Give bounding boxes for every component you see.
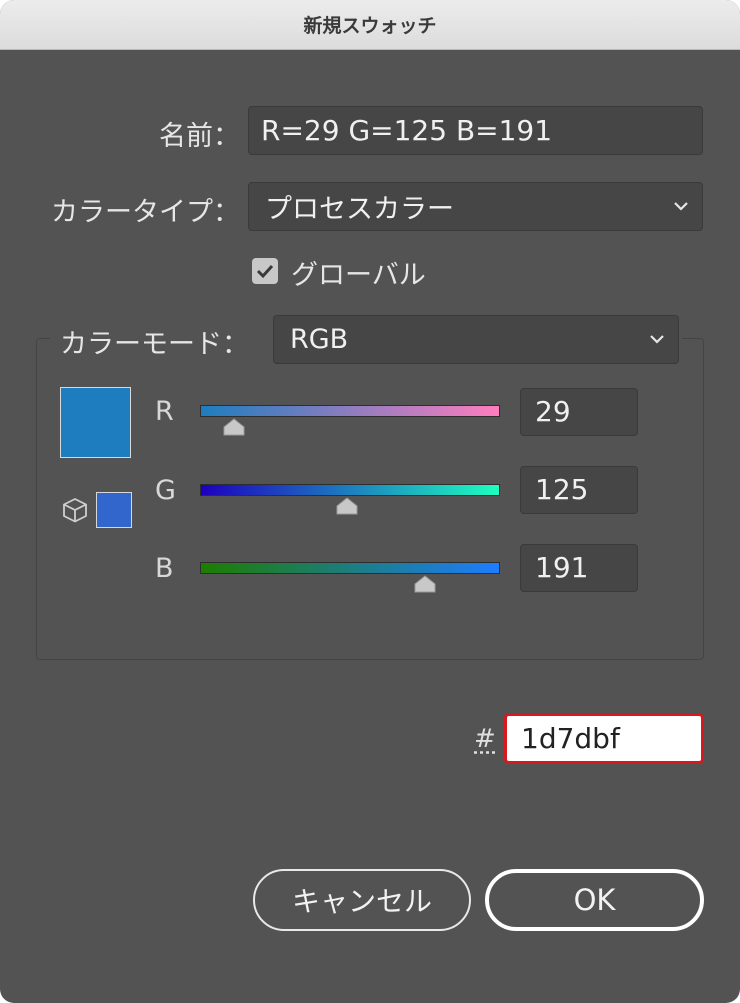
blue-label: B bbox=[155, 553, 174, 584]
hex-label: # bbox=[474, 724, 496, 754]
blue-value: 191 bbox=[535, 551, 589, 584]
green-value-input[interactable]: 125 bbox=[520, 466, 638, 514]
color-type-label: カラータイプ： bbox=[51, 197, 240, 228]
color-preview-swatch bbox=[60, 387, 131, 458]
green-slider-track[interactable] bbox=[200, 484, 500, 496]
green-label: G bbox=[155, 475, 176, 506]
blue-slider-thumb[interactable] bbox=[414, 575, 436, 593]
color-mode-selected: RGB bbox=[290, 324, 349, 355]
web-safe-cube-icon[interactable] bbox=[61, 496, 89, 524]
color-type-selected: プロセスカラー bbox=[265, 194, 454, 225]
global-label: グローバル bbox=[291, 260, 426, 291]
green-value: 125 bbox=[535, 473, 589, 506]
name-input[interactable]: R=29 G=125 B=191 bbox=[248, 106, 703, 155]
checkmark-icon bbox=[256, 264, 274, 279]
cancel-button[interactable]: キャンセル bbox=[253, 869, 471, 931]
global-checkbox[interactable] bbox=[252, 258, 278, 284]
title-bar: 新規スウォッチ bbox=[0, 0, 740, 50]
hex-value: 1d7dbf bbox=[521, 722, 620, 755]
chevron-down-icon bbox=[674, 201, 688, 211]
color-type-dropdown[interactable]: プロセスカラー bbox=[248, 182, 703, 231]
red-value-input[interactable]: 29 bbox=[520, 388, 638, 436]
blue-value-input[interactable]: 191 bbox=[520, 544, 638, 592]
hex-input[interactable]: 1d7dbf bbox=[504, 713, 704, 764]
red-label: R bbox=[155, 396, 174, 427]
red-slider-thumb[interactable] bbox=[223, 418, 245, 436]
color-mode-dropdown[interactable]: RGB bbox=[273, 315, 679, 364]
name-label: 名前： bbox=[159, 121, 240, 152]
web-safe-color-swatch[interactable] bbox=[96, 492, 132, 528]
red-value: 29 bbox=[535, 395, 571, 428]
red-slider-track[interactable] bbox=[200, 405, 500, 417]
green-slider-thumb[interactable] bbox=[336, 497, 358, 515]
blue-slider-track[interactable] bbox=[200, 562, 500, 574]
name-input-value: R=29 G=125 B=191 bbox=[261, 114, 553, 147]
new-swatch-dialog: 新規スウォッチ 名前： R=29 G=125 B=191 カラータイプ： プロセ… bbox=[0, 0, 740, 1003]
ok-button[interactable]: OK bbox=[485, 869, 704, 931]
chevron-down-icon bbox=[650, 334, 664, 344]
dialog-title: 新規スウォッチ bbox=[303, 15, 437, 37]
color-mode-label: カラーモード： bbox=[60, 329, 249, 360]
